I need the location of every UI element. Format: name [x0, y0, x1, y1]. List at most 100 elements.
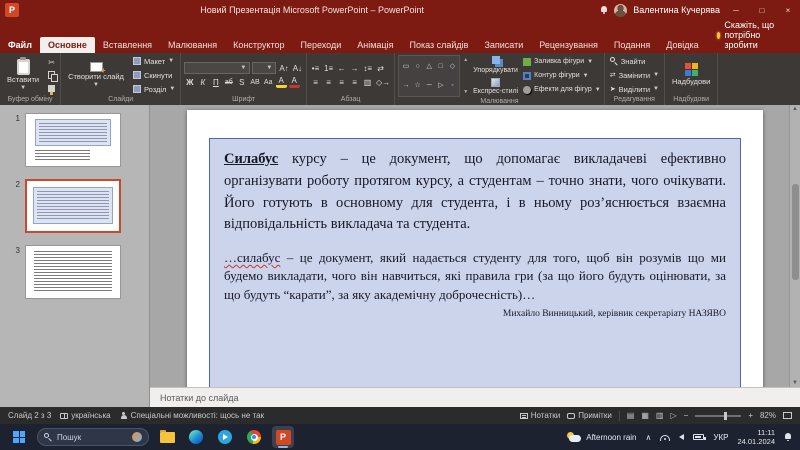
replace-button[interactable]: ⇄Замінити▼	[608, 69, 661, 81]
paste-button[interactable]: Вставити ▼	[3, 55, 43, 95]
wifi-icon[interactable]	[660, 434, 670, 441]
keyboard-language[interactable]: УКР	[713, 433, 728, 442]
start-button[interactable]	[8, 426, 30, 448]
fit-to-window-button[interactable]	[783, 412, 792, 419]
tab-home[interactable]: Основне	[40, 37, 95, 53]
volume-icon[interactable]	[679, 434, 684, 440]
square-shape-icon[interactable]: □	[439, 63, 443, 70]
user-avatar[interactable]	[614, 4, 627, 17]
notification-center-icon[interactable]	[784, 433, 792, 441]
taskbar-search[interactable]: Пошук	[37, 428, 149, 446]
shapes-gallery[interactable]: ▭ ○ △ □ ◇ → ☆ ─ ▷ ◦	[398, 55, 460, 97]
columns-button[interactable]: ▥	[362, 76, 373, 88]
arrow-shape-icon[interactable]: →	[402, 82, 409, 89]
increase-font-button[interactable]: A↑	[278, 62, 289, 74]
decrease-font-button[interactable]: A↓	[292, 62, 303, 74]
slide-counter[interactable]: Слайд 2 з 3	[8, 411, 51, 420]
language-indicator[interactable]: українська	[60, 411, 110, 420]
increase-indent-button[interactable]: →	[349, 62, 360, 74]
tab-slideshow[interactable]: Показ слайдів	[401, 37, 476, 53]
chrome-taskbar-icon[interactable]	[243, 426, 265, 448]
notifications-bell-icon[interactable]	[600, 6, 608, 14]
smartart-convert-button[interactable]: ◇→	[375, 76, 391, 88]
shape-fill-button[interactable]: Заливка фігури▼	[523, 56, 601, 68]
align-center-button[interactable]: ≡	[323, 76, 334, 88]
select-button[interactable]: ➤Виділити▼	[608, 83, 661, 95]
underline-button[interactable]: П	[210, 76, 221, 88]
slide-textbox[interactable]: Силабус курсу – це документ, що допомага…	[209, 138, 741, 387]
addins-button[interactable]: Надбудови	[668, 55, 714, 95]
strikethrough-button[interactable]: аб	[223, 76, 234, 88]
text-shadow-button[interactable]: S	[236, 76, 247, 88]
tab-animations[interactable]: Анімація	[349, 37, 401, 53]
weather-widget[interactable]: Afternoon rain	[566, 432, 636, 443]
comments-toggle-button[interactable]: Примітки	[567, 411, 612, 420]
telegram-taskbar-icon[interactable]	[214, 426, 236, 448]
text-direction-button[interactable]: ⇄	[375, 62, 386, 74]
maximize-button[interactable]: □	[752, 6, 772, 15]
current-slide[interactable]: Силабус курсу – це документ, що допомага…	[187, 110, 763, 387]
battery-icon[interactable]	[693, 434, 704, 440]
triangle-right-shape-icon[interactable]: ▷	[438, 81, 443, 89]
align-right-button[interactable]: ≡	[336, 76, 347, 88]
character-spacing-button[interactable]: АВ	[249, 76, 260, 88]
tab-file[interactable]: Файл	[0, 37, 40, 53]
layout-button[interactable]: Макет▼	[131, 55, 177, 67]
scroll-up-icon[interactable]: ▲	[792, 106, 798, 112]
italic-button[interactable]: К	[197, 76, 208, 88]
tab-view[interactable]: Подання	[606, 37, 658, 53]
decrease-indent-button[interactable]: ←	[336, 62, 347, 74]
section-button[interactable]: Розділ▼	[131, 83, 177, 95]
edge-taskbar-icon[interactable]	[185, 426, 207, 448]
close-button[interactable]: ×	[778, 6, 798, 15]
star-shape-icon[interactable]: ☆	[414, 81, 420, 89]
zoom-slider[interactable]	[695, 415, 741, 417]
clock-widget[interactable]: 11:11 24.01.2024	[737, 428, 775, 447]
tab-design[interactable]: Конструктор	[225, 37, 292, 53]
tab-insert[interactable]: Вставлення	[95, 37, 160, 53]
scrollbar-thumb[interactable]	[792, 184, 799, 280]
slide-3-thumbnail[interactable]	[25, 245, 121, 299]
scroll-down-icon[interactable]: ▼	[463, 89, 468, 95]
line-shape-icon[interactable]: ─	[427, 82, 432, 89]
align-left-button[interactable]: ≡	[310, 76, 321, 88]
font-name-select[interactable]: ▼	[184, 62, 250, 74]
dot-shape-icon[interactable]: ◦	[451, 82, 453, 89]
bold-button[interactable]: Ж	[184, 76, 195, 88]
reset-button[interactable]: Скинути	[131, 69, 177, 81]
find-button[interactable]: Знайти	[608, 55, 661, 67]
tray-overflow-chevron[interactable]: ∧	[646, 433, 652, 442]
shape-outline-button[interactable]: Контур фігури▼	[523, 70, 601, 82]
zoom-in-button[interactable]: +	[748, 411, 753, 420]
tab-help[interactable]: Довідка	[658, 37, 706, 53]
copy-button[interactable]	[46, 70, 57, 81]
font-color-button[interactable]: А	[289, 76, 300, 88]
quick-styles-button[interactable]: Експрес-стилі	[471, 77, 520, 96]
powerpoint-app-icon[interactable]: P	[5, 3, 19, 17]
numbering-button[interactable]: 1≡	[323, 62, 334, 74]
tab-transitions[interactable]: Переходи	[292, 37, 349, 53]
new-slide-button[interactable]: Створити слайд ▼	[64, 55, 128, 95]
scroll-up-icon[interactable]: ▲	[463, 57, 468, 63]
vertical-scrollbar[interactable]: ▲ ▼	[789, 105, 800, 387]
reading-view-button[interactable]: ▥	[656, 411, 664, 420]
arrange-button[interactable]: Упорядкувати	[471, 55, 520, 75]
tellme-search[interactable]: Скажіть, що потрібно зробити	[707, 20, 800, 53]
zoom-slider-thumb[interactable]	[724, 412, 727, 420]
notes-panel[interactable]: Нотатки до слайда	[150, 387, 800, 407]
highlight-color-button[interactable]: А	[276, 76, 287, 88]
zoom-level[interactable]: 82%	[760, 411, 776, 420]
shapes-gallery-scroll[interactable]: ▲ ▼	[463, 55, 468, 97]
slide-2-thumbnail[interactable]	[25, 179, 121, 233]
justify-button[interactable]: ≡	[349, 76, 360, 88]
zoom-out-button[interactable]: −	[684, 411, 689, 420]
normal-view-button[interactable]: ▤	[627, 411, 635, 420]
triangle-shape-icon[interactable]: △	[426, 62, 431, 70]
shape-effects-button[interactable]: Ефекти для фігур▼	[523, 84, 601, 96]
tab-draw[interactable]: Малювання	[160, 37, 225, 53]
change-case-button[interactable]: Аа	[263, 76, 274, 88]
user-name[interactable]: Валентина Кучерява	[633, 5, 720, 15]
rectangle-shape-icon[interactable]: ▭	[403, 62, 410, 70]
tab-record[interactable]: Записати	[476, 37, 531, 53]
accessibility-checker[interactable]: Спеціальні можливості: щось не так	[120, 411, 264, 420]
